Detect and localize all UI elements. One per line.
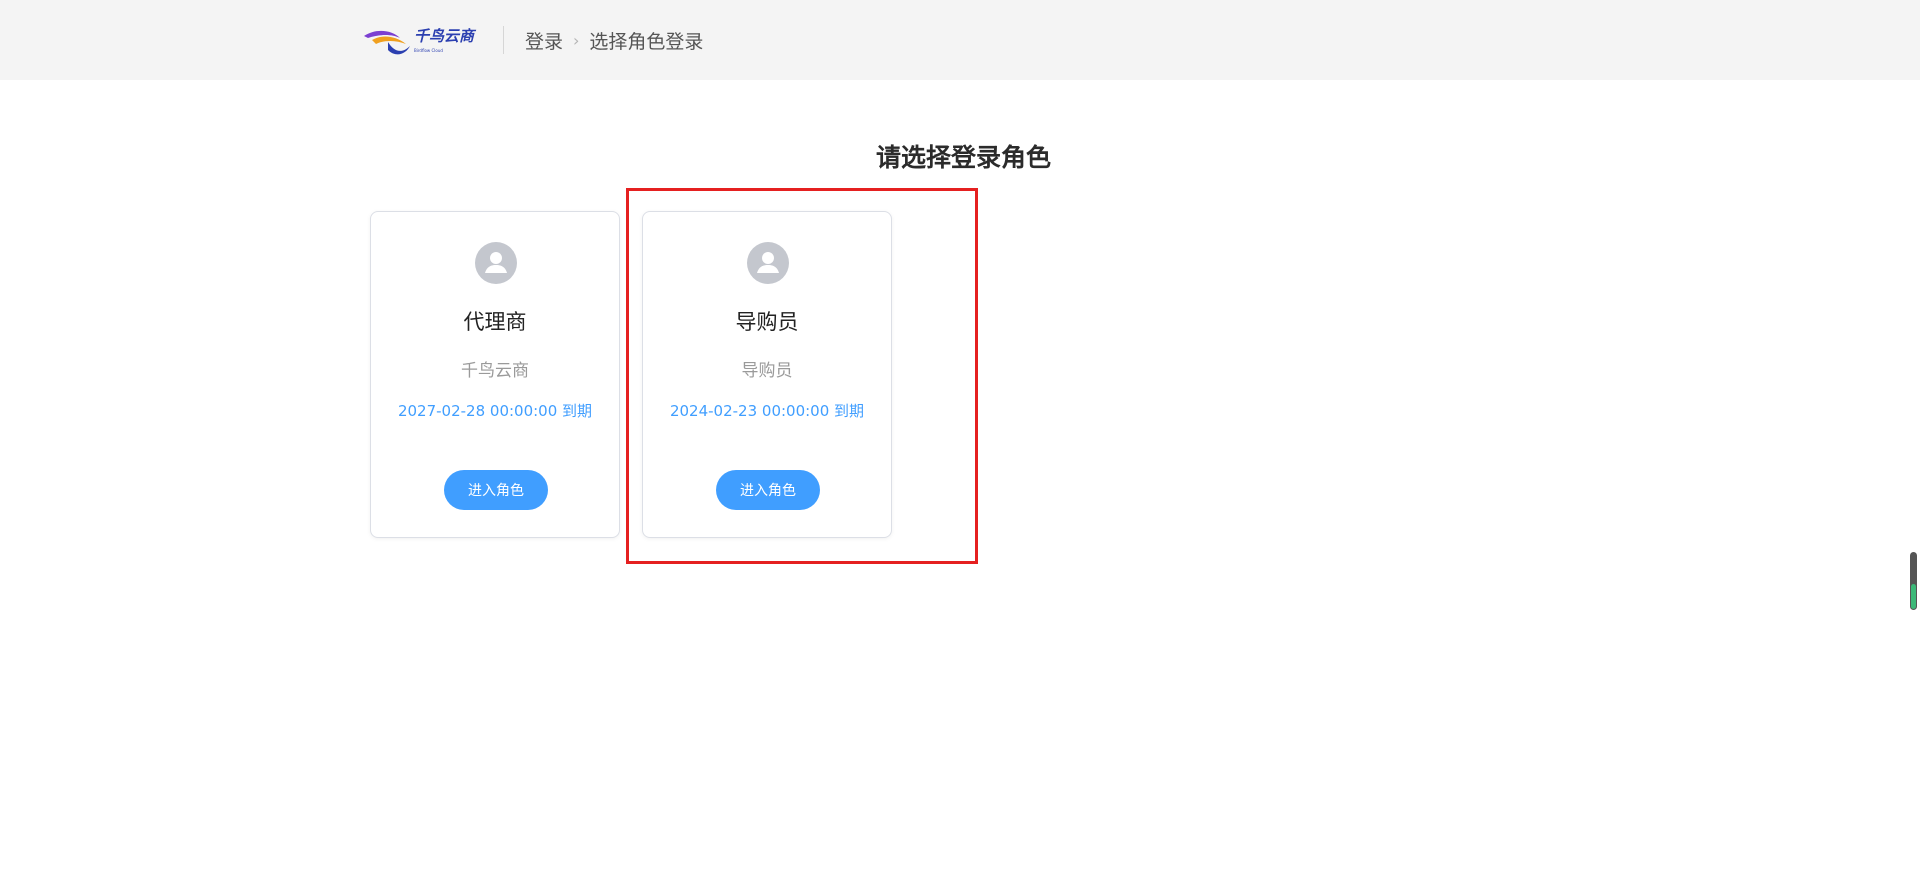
expiry-date: 2027-02-28 00:00:00 到期 — [397, 402, 593, 420]
selection-highlight-box — [626, 188, 978, 564]
scroll-indicator[interactable] — [1910, 552, 1917, 610]
brand-logo[interactable]: 千鸟云商 Birdflow Cloud — [362, 24, 482, 58]
logo-wordmark: 千鸟云商 — [414, 27, 477, 45]
logo-icon: 千鸟云商 Birdflow Cloud — [364, 27, 477, 55]
breadcrumb-select-role: 选择角色登录 — [589, 30, 704, 53]
breadcrumb-login[interactable]: 登录 — [525, 27, 563, 54]
header-divider — [503, 26, 504, 54]
breadcrumb: 登录 › 选择角色登录 — [525, 26, 703, 54]
top-header: 千鸟云商 Birdflow Cloud 登录 › 选择角色登录 — [0, 0, 1920, 80]
page-title: 请选择登录角色 — [876, 143, 1052, 172]
user-avatar-icon — [475, 242, 517, 284]
logo-subtext: Birdflow Cloud — [414, 48, 443, 53]
breadcrumb-chevron-icon: › — [573, 30, 580, 50]
role-name: 代理商 — [463, 310, 527, 334]
role-card-agent[interactable]: 代理商 千鸟云商 2027-02-28 00:00:00 到期 进入角色 — [370, 211, 620, 538]
scroll-indicator-fill — [1911, 584, 1916, 609]
enter-role-button[interactable]: 进入角色 — [444, 470, 548, 510]
org-name: 千鸟云商 — [461, 361, 529, 381]
